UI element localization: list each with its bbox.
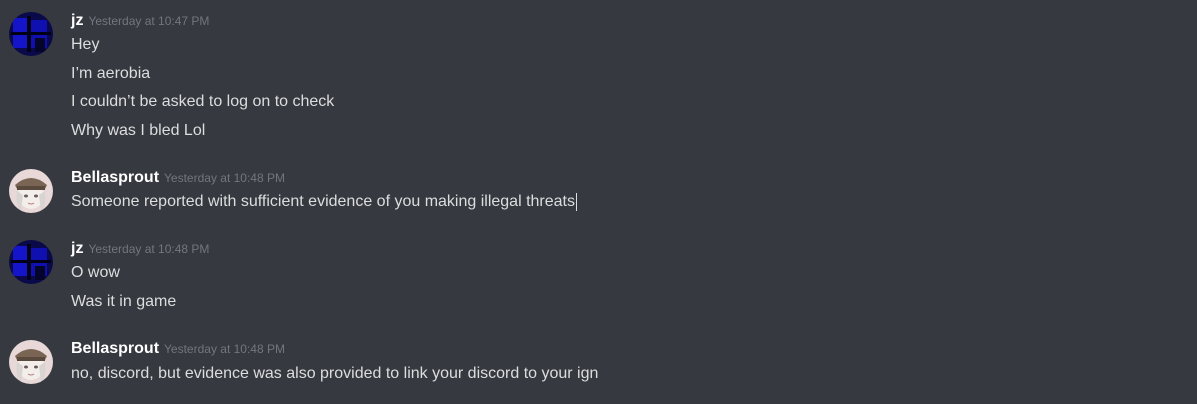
message-text: no, discord, but evidence was also provi… xyxy=(71,365,599,382)
avatar[interactable] xyxy=(9,169,53,213)
text-caret xyxy=(576,192,577,211)
avatar[interactable] xyxy=(9,340,53,384)
timestamp[interactable]: Yesterday at 10:48 PM xyxy=(164,171,285,185)
username[interactable]: Bellasprout xyxy=(71,340,159,357)
message-text: Hey xyxy=(71,36,100,53)
message-header: Bellasprout Yesterday at 10:48 PM xyxy=(71,340,285,360)
avatar[interactable] xyxy=(9,12,53,56)
message-group: Bellasprout Yesterday at 10:48 PM no, dis… xyxy=(0,340,1197,386)
anime-character-avatar-icon xyxy=(9,340,53,384)
username[interactable]: Bellasprout xyxy=(71,169,159,186)
message-group: jz Yesterday at 10:47 PM Hey I’m aerobia … xyxy=(0,12,1197,142)
anime-character-avatar-icon xyxy=(9,169,53,213)
message-text: I couldn’t be asked to log on to check xyxy=(71,93,335,110)
avatar[interactable] xyxy=(9,240,53,284)
message-text: Someone reported with sufficient evidenc… xyxy=(71,191,577,213)
message-text-content: Someone reported with sufficient evidenc… xyxy=(71,193,575,210)
message-text: Why was I bled Lol xyxy=(71,122,206,139)
message-text: O wow xyxy=(71,264,120,281)
message-group: jz Yesterday at 10:48 PM O wow Was it in … xyxy=(0,240,1197,315)
message-header: Bellasprout Yesterday at 10:48 PM xyxy=(71,169,285,189)
message-text: Was it in game xyxy=(71,293,177,310)
message-header: jz Yesterday at 10:48 PM xyxy=(71,240,209,260)
message-header: jz Yesterday at 10:47 PM xyxy=(71,12,209,32)
message-text: I’m aerobia xyxy=(71,65,151,82)
timestamp[interactable]: Yesterday at 10:48 PM xyxy=(88,242,209,256)
timestamp[interactable]: Yesterday at 10:47 PM xyxy=(88,14,209,28)
dark-blue-square-avatar-icon xyxy=(9,12,53,56)
message-group: Bellasprout Yesterday at 10:48 PM Someone… xyxy=(0,169,1197,215)
username[interactable]: jz xyxy=(71,12,83,29)
dark-blue-square-avatar-icon xyxy=(9,240,53,284)
username[interactable]: jz xyxy=(71,240,83,257)
chat-message-list: jz Yesterday at 10:47 PM Hey I’m aerobia … xyxy=(0,0,1197,404)
timestamp[interactable]: Yesterday at 10:48 PM xyxy=(164,342,285,356)
